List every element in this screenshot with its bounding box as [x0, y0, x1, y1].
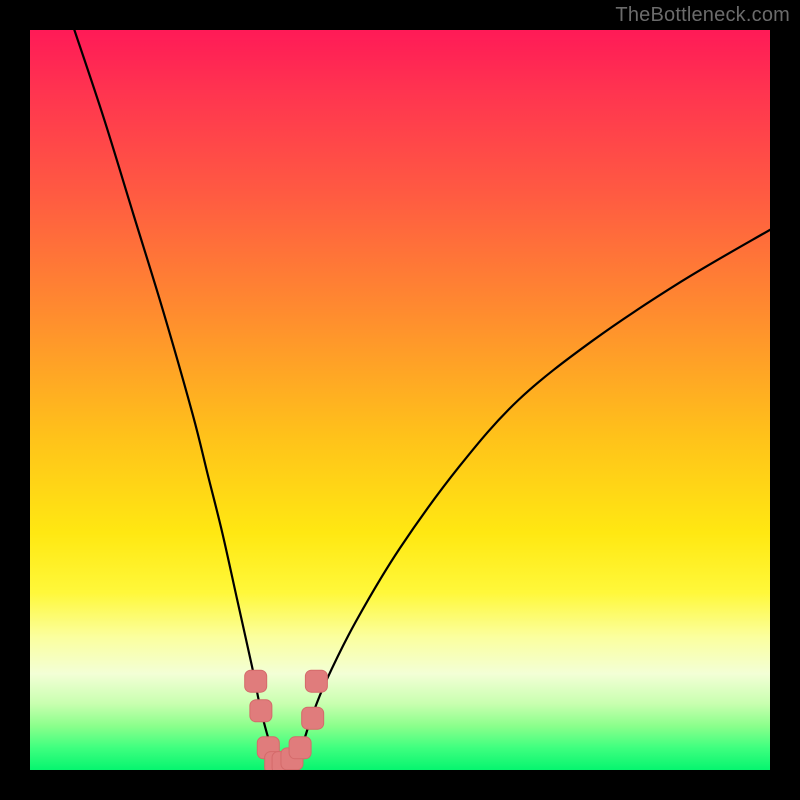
plot-area — [30, 30, 770, 770]
chart-frame: TheBottleneck.com — [0, 0, 800, 800]
curve-marker — [302, 707, 324, 729]
curve-marker — [305, 670, 327, 692]
curve-marker — [245, 670, 267, 692]
curve-marker — [250, 700, 272, 722]
watermark-text: TheBottleneck.com — [615, 4, 790, 27]
bottleneck-curve — [74, 30, 770, 764]
curve-markers — [245, 670, 328, 770]
chart-svg — [30, 30, 770, 770]
curve-marker — [289, 737, 311, 759]
